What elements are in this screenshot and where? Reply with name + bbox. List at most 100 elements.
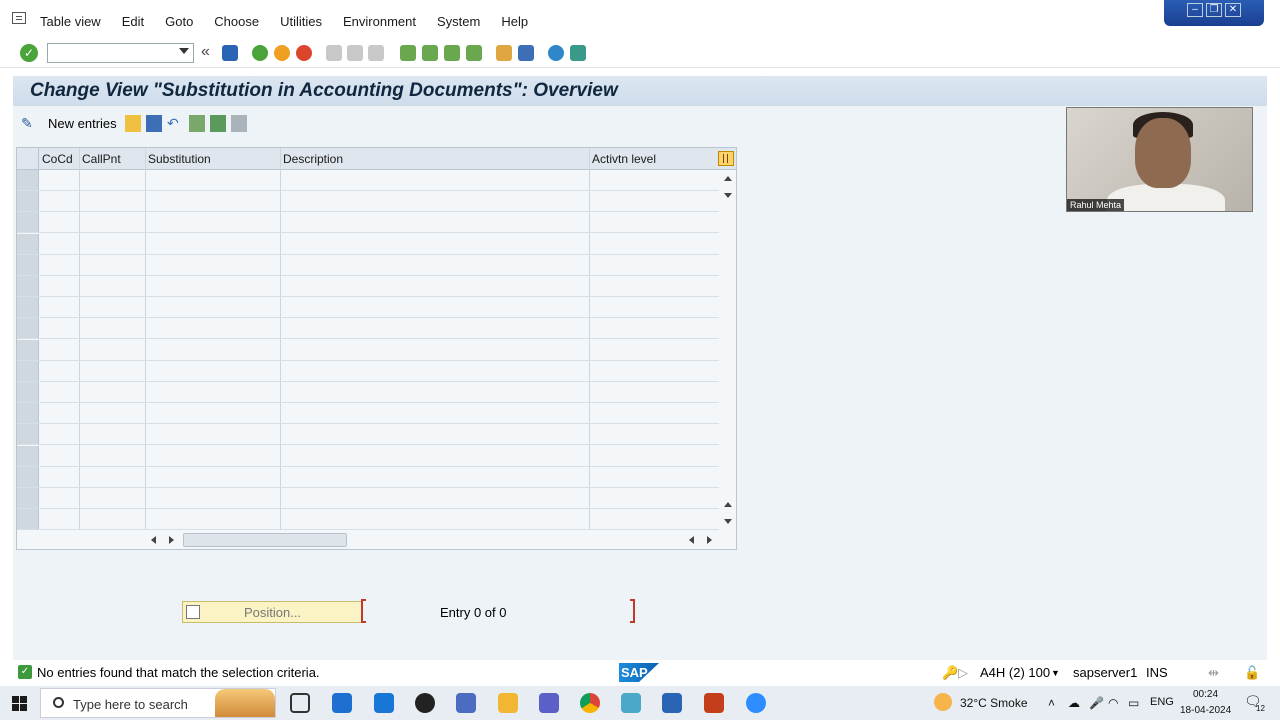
resize-icon[interactable]: ⇹ <box>1208 665 1219 681</box>
page-down-icon[interactable] <box>724 519 732 524</box>
command-field[interactable] <box>47 43 194 63</box>
table-row[interactable] <box>17 382 719 403</box>
customize-layout-icon[interactable] <box>570 45 586 61</box>
deselect-all-icon[interactable] <box>231 115 247 132</box>
menu-edit[interactable]: Edit <box>122 14 144 29</box>
help-icon[interactable] <box>548 45 564 61</box>
minimize-icon[interactable]: – <box>1187 3 1203 17</box>
table-row[interactable] <box>17 466 719 488</box>
scroll-down-icon[interactable] <box>724 193 732 198</box>
row-selector[interactable] <box>17 212 39 233</box>
menu-utilities[interactable]: Utilities <box>280 14 322 29</box>
table-row[interactable] <box>17 488 719 509</box>
column-header-substitution[interactable]: Substitution <box>148 152 211 166</box>
undo-icon[interactable]: ↶ <box>167 115 183 132</box>
taskbar-search[interactable]: Type here to search <box>40 688 276 718</box>
first-page-icon[interactable] <box>400 45 416 61</box>
sap-gui-icon[interactable] <box>662 693 682 713</box>
new-entries-button[interactable]: New entries <box>48 116 117 131</box>
table-row[interactable] <box>17 297 719 319</box>
table-row[interactable] <box>17 276 719 297</box>
chrome-icon[interactable] <box>580 693 600 713</box>
row-selector[interactable] <box>17 276 39 296</box>
play-icon[interactable]: ▷ <box>958 665 968 681</box>
row-selector[interactable] <box>17 339 39 360</box>
row-selector[interactable] <box>17 318 39 339</box>
input-mode[interactable]: INS <box>1146 665 1168 680</box>
row-selector[interactable] <box>17 403 39 424</box>
select-block-icon[interactable] <box>210 115 226 132</box>
row-selector[interactable] <box>17 466 39 487</box>
table-row[interactable] <box>17 233 719 255</box>
microphone-icon[interactable]: 🎤 <box>1089 696 1104 710</box>
windows-start-icon[interactable] <box>12 696 27 711</box>
save-icon[interactable] <box>222 45 238 61</box>
clock-time[interactable]: 00:24 <box>1193 689 1218 700</box>
column-header-callpnt[interactable]: CallPnt <box>82 152 121 166</box>
teams-icon[interactable] <box>539 693 559 713</box>
new-session-icon[interactable] <box>496 45 512 61</box>
next-page-icon[interactable] <box>444 45 460 61</box>
menu-table-view[interactable]: Table view <box>40 14 101 29</box>
menu-environment[interactable]: Environment <box>343 14 416 29</box>
position-button[interactable]: Position... <box>182 601 363 623</box>
column-settings-icon[interactable] <box>718 151 734 166</box>
previous-page-icon[interactable] <box>422 45 438 61</box>
row-selector[interactable] <box>17 297 39 318</box>
copy-icon[interactable] <box>125 115 141 132</box>
row-selector[interactable] <box>17 382 39 402</box>
last-page-icon[interactable] <box>466 45 482 61</box>
scroll-left-end-icon[interactable] <box>689 536 694 544</box>
select-all-column[interactable] <box>17 148 39 170</box>
table-row[interactable] <box>17 445 719 467</box>
row-selector[interactable] <box>17 445 39 466</box>
row-selector[interactable] <box>17 191 39 212</box>
scroll-right-icon[interactable] <box>169 536 174 544</box>
powerpoint-icon[interactable] <box>704 693 724 713</box>
row-selector[interactable] <box>17 170 39 190</box>
row-selector[interactable] <box>17 509 39 530</box>
task-view-icon[interactable] <box>290 693 310 713</box>
zoom-icon[interactable] <box>746 693 766 713</box>
table-row[interactable] <box>17 424 719 446</box>
select-all-icon[interactable] <box>189 115 205 132</box>
sap-logon-icon[interactable] <box>621 693 641 713</box>
print-icon[interactable] <box>326 45 342 61</box>
menu-choose[interactable]: Choose <box>214 14 259 29</box>
column-header-activation-level[interactable]: Activtn level <box>592 152 656 166</box>
menu-system[interactable]: System <box>437 14 480 29</box>
enter-icon[interactable]: ✓ <box>20 44 38 62</box>
language-indicator[interactable]: ENG <box>1150 696 1174 708</box>
dell-icon[interactable] <box>415 693 435 713</box>
chevron-down-icon[interactable] <box>179 48 189 54</box>
column-header-cocd[interactable]: CoCd <box>42 152 73 166</box>
shortcut-icon[interactable] <box>518 45 534 61</box>
table-row[interactable] <box>17 360 719 382</box>
table-row[interactable] <box>17 212 719 234</box>
lock-icon[interactable]: 🔓 <box>1244 665 1260 681</box>
column-header-description[interactable]: Description <box>283 152 343 166</box>
table-row[interactable] <box>17 339 719 361</box>
row-selector[interactable] <box>17 424 39 445</box>
restore-icon[interactable]: ❐ <box>1206 3 1222 17</box>
weather-text[interactable]: 32°C Smoke <box>960 696 1028 710</box>
mail-icon[interactable] <box>374 693 394 713</box>
network-icon[interactable]: ☁ <box>1068 696 1080 710</box>
chevron-down-icon[interactable]: ▼ <box>1051 668 1060 678</box>
row-selector[interactable] <box>17 254 39 275</box>
scroll-right-end-icon[interactable] <box>707 536 712 544</box>
cancel-icon[interactable] <box>296 45 312 61</box>
table-row[interactable] <box>17 191 719 213</box>
exit-icon[interactable] <box>274 45 290 61</box>
battery-icon[interactable]: ▭ <box>1128 696 1139 710</box>
table-row[interactable] <box>17 254 719 276</box>
collapse-icon[interactable]: « <box>201 44 217 61</box>
scroll-up-icon[interactable] <box>724 176 732 181</box>
pencil-icon[interactable]: ✎ <box>21 115 39 131</box>
horizontal-scrollbar[interactable] <box>17 531 736 549</box>
weather-icon[interactable] <box>934 693 952 711</box>
scroll-left-icon[interactable] <box>151 536 156 544</box>
chevron-up-icon[interactable]: ˄ <box>1048 696 1055 710</box>
close-icon[interactable]: ✕ <box>1225 3 1241 17</box>
back-icon[interactable] <box>252 45 268 61</box>
